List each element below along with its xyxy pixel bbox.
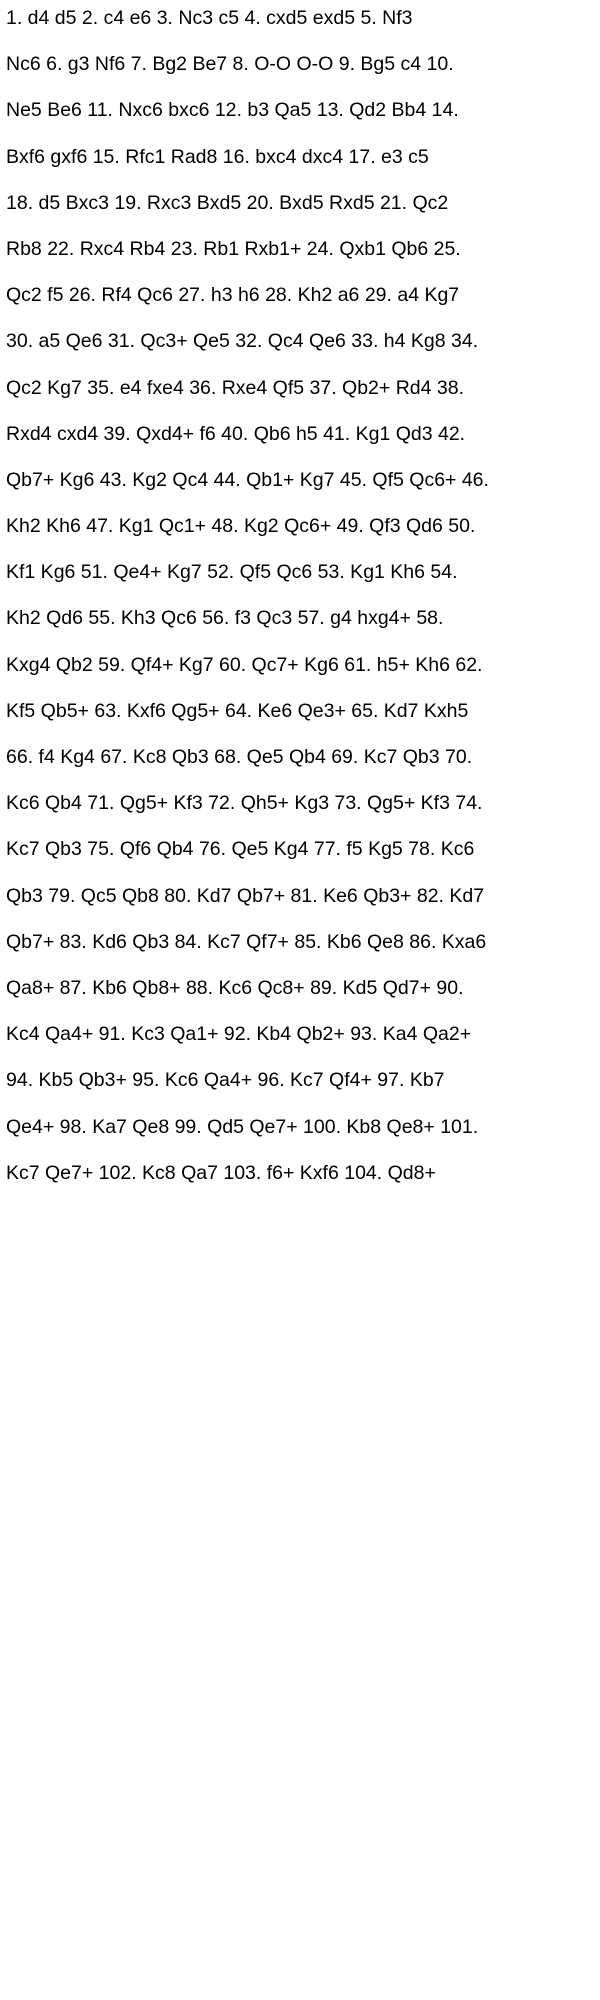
- notation-line: 94. Kb5 Qb3+ 95. Kc6 Qa4+ 96. Kc7 Qf4+ 9…: [6, 1069, 445, 1092]
- notation-line: 30. a5 Qe6 31. Qc3+ Qe5 32. Qc4 Qe6 33. …: [6, 330, 479, 353]
- notation-line: Kc7 Qb3 75. Qf6 Qb4 76. Qe5 Kg4 77. f5 K…: [6, 838, 475, 861]
- notation-line: 66. f4 Kg4 67. Kc8 Qb3 68. Qe5 Qb4 69. K…: [6, 746, 473, 768]
- notation-line: Kxg4 Qb2 59. Qf4+ Kg7 60. Qc7+ Kg6 61. h…: [6, 653, 483, 676]
- notation-line: Bxf6 gxf6 15. Rfc1 Rad8 16. bxc4 dxc4 17…: [6, 145, 429, 168]
- notation-line: Rb8 22. Rxc4 Rb4 23. Rb1 Rxb1+ 24. Qxb1 …: [6, 237, 461, 260]
- notation-line: Qa8+ 87. Kb6 Qb8+ 88. Kc6 Qc8+ 89. Kd5 Q…: [6, 976, 464, 999]
- notation-line: Qc2 f5 26. Rf4 Qc6 27. h3 h6 28. Kh2 a6 …: [6, 284, 460, 307]
- notation-line: Kc7 Qe7+ 102. Kc8 Qa7 103. f6+ Kxf6 104.…: [6, 1161, 436, 1184]
- notation-line: 1. d4 d5 2. c4 e6 3. Nc3 c5 4. cxd5 exd5…: [6, 7, 413, 29]
- notation-line: Rxd4 cxd4 39. Qxd4+ f6 40. Qb6 h5 41. Kg…: [6, 422, 466, 445]
- notation-line: Qb7+ 83. Kd6 Qb3 84. Kc7 Qf7+ 85. Kb6 Qe…: [6, 930, 487, 953]
- notation-line: 18. d5 Bxc3 19. Rxc3 Bxd5 20. Bxd5 Rxd5 …: [6, 191, 449, 214]
- chess-game-notation: 1. d4 d5 2. c4 e6 3. Nc3 c5 4. cxd5 exd5…: [6, 6, 591, 1207]
- notation-line: Nc6 6. g3 Nf6 7. Bg2 Be7 8. O-O O-O 9. B…: [6, 53, 454, 76]
- notation-line: Qc2 Kg7 35. e4 fxe4 36. Rxe4 Qf5 37. Qb2…: [6, 376, 465, 399]
- notation-line: Kh2 Kh6 47. Kg1 Qc1+ 48. Kg2 Qc6+ 49. Qf…: [6, 515, 476, 538]
- notation-line: Qe4+ 98. Ka7 Qe8 99. Qd5 Qe7+ 100. Kb8 Q…: [6, 1115, 479, 1138]
- notation-line: Qb3 79. Qc5 Qb8 80. Kd7 Qb7+ 81. Ke6 Qb3…: [6, 884, 485, 907]
- notation-line: Kh2 Qd6 55. Kh3 Qc6 56. f3 Qc3 57. g4 hx…: [6, 607, 444, 630]
- notation-line: Kc4 Qa4+ 91. Kc3 Qa1+ 92. Kb4 Qb2+ 93. K…: [6, 1023, 472, 1046]
- notation-line: Kf5 Qb5+ 63. Kxf6 Qg5+ 64. Ke6 Qe3+ 65. …: [6, 699, 469, 722]
- notation-line: Kf1 Kg6 51. Qe4+ Kg7 52. Qf5 Qc6 53. Kg1…: [6, 561, 458, 584]
- notation-line: Kc6 Qb4 71. Qg5+ Kf3 72. Qh5+ Kg3 73. Qg…: [6, 792, 483, 815]
- notation-line: Qb7+ Kg6 43. Kg2 Qc4 44. Qb1+ Kg7 45. Qf…: [6, 468, 489, 491]
- notation-line: Ne5 Be6 11. Nxc6 bxc6 12. b3 Qa5 13. Qd2…: [6, 99, 459, 122]
